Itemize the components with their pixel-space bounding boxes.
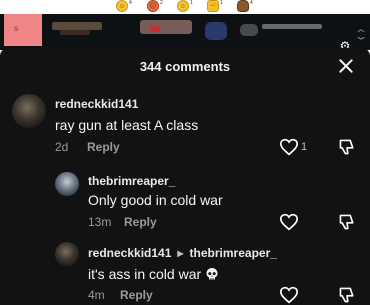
thumbs-down-icon[interactable] (338, 286, 356, 304)
weapon-image (52, 22, 102, 30)
comment-username[interactable]: redneckkid141 (55, 97, 138, 111)
comment-timestamp: 13m (88, 215, 112, 229)
comment-username[interactable]: thebrimreaper_ (88, 174, 175, 188)
close-icon[interactable] (336, 56, 356, 76)
chevron-up-icon[interactable]: ︿ (356, 26, 366, 34)
reply-button[interactable]: Reply (87, 140, 120, 154)
heart-icon[interactable] (279, 213, 299, 231)
chevron-down-icon[interactable]: ﹀ (356, 38, 366, 46)
reaction-grinning[interactable]: ☺ 4 (116, 0, 132, 14)
avatar[interactable] (55, 242, 79, 266)
weapon-image (240, 24, 258, 36)
muscle-icon: ✊ (207, 0, 219, 12)
reaction-count: 4 (250, 0, 253, 6)
comments-header: 344 comments (0, 48, 370, 84)
reply-button[interactable]: Reply (124, 215, 157, 229)
reaction-count: 4 (129, 0, 132, 6)
reply-button[interactable]: Reply (120, 288, 153, 302)
comment-text: Only good in cold war (88, 192, 223, 208)
avatar[interactable] (55, 172, 79, 196)
smiling-face-icon: ☺ (177, 0, 189, 12)
poop-icon (237, 0, 249, 12)
comments-sheet: 344 comments redneckkid141 ray gun at le… (0, 48, 370, 305)
reply-to-arrow-icon: ▶ (177, 249, 184, 258)
comment-username[interactable]: redneckkid141 ▶ thebrimreaper_ (88, 246, 277, 260)
comment-timestamp: 4m (88, 288, 105, 302)
comment-timestamp: 2d (55, 140, 69, 154)
weapon-image (60, 30, 90, 35)
weapon-image (205, 22, 227, 40)
heart-icon[interactable] (279, 286, 299, 304)
weapon-image (262, 24, 322, 29)
angry-face-icon: ☹ (147, 0, 159, 12)
reaction-count: 2 (160, 0, 163, 6)
reaction-angry[interactable]: ☹ 2 (147, 0, 163, 14)
skull-icon (205, 267, 219, 281)
grinning-face-icon: ☺ (116, 0, 128, 12)
reaction-count: 1 (190, 0, 193, 6)
comment-text: it's ass in cold war (88, 266, 219, 282)
weapon-image (140, 20, 192, 34)
reaction-count: 1 (220, 0, 223, 6)
comment-author[interactable]: redneckkid141 (88, 246, 171, 260)
weapon-image (150, 26, 160, 32)
avatar[interactable] (12, 94, 46, 128)
tier-label-text: S (14, 27, 19, 33)
reaction-smiling[interactable]: ☺ 1 (177, 0, 193, 14)
heart-icon[interactable] (279, 138, 299, 156)
reaction-strip: ☺ 4 ☹ 2 ☺ 1 ✊ 1 4 (0, 0, 370, 14)
thumbs-down-icon[interactable] (338, 138, 356, 156)
reaction-poop[interactable]: 4 (237, 0, 253, 14)
like-count: 1 (301, 141, 308, 153)
comment-text: ray gun at least A class (55, 117, 199, 133)
reaction-muscle[interactable]: ✊ 1 (207, 0, 223, 14)
tier-list-banner: S ⚙ ︿ ﹀ (0, 14, 370, 53)
tier-label: S (4, 14, 42, 46)
comment-text-content: it's ass in cold war (88, 266, 202, 282)
thumbs-down-icon[interactable] (338, 213, 356, 231)
reply-to-username[interactable]: thebrimreaper_ (190, 246, 277, 260)
comments-count-title: 344 comments (139, 59, 231, 74)
